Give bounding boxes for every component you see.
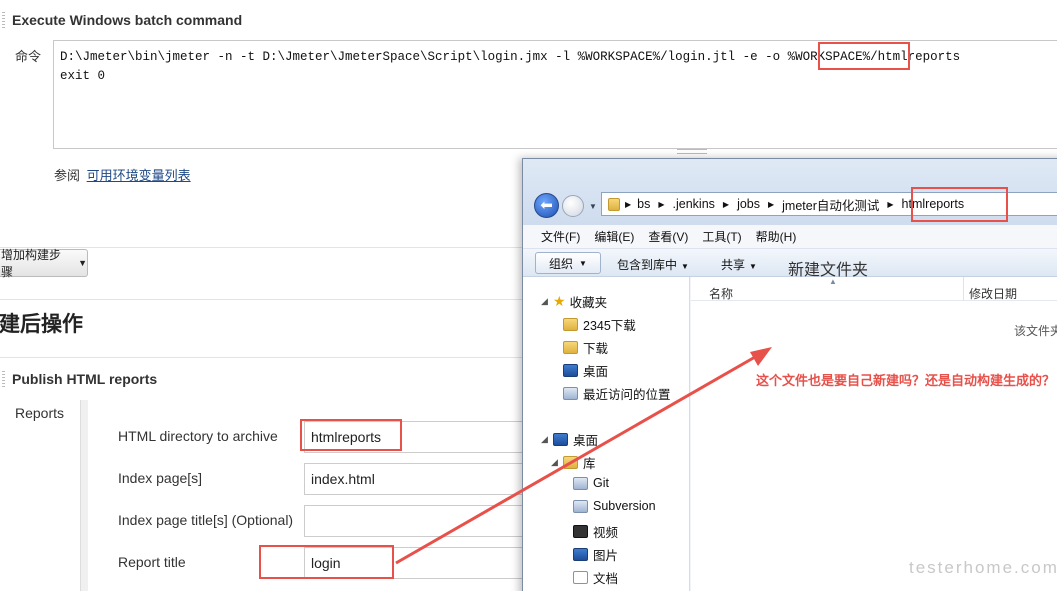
arrow-line (395, 351, 763, 565)
screenshot-stage: Execute Windows batch command 命令 D:\Jmet… (0, 0, 1057, 591)
annotation-arrow (395, 347, 772, 565)
arrow-head (750, 347, 772, 366)
annotation-text: 这个文件也是要自己新建吗？还是自动构建生成的？ (756, 373, 1056, 388)
watermark: testerhome.com (909, 558, 1057, 577)
